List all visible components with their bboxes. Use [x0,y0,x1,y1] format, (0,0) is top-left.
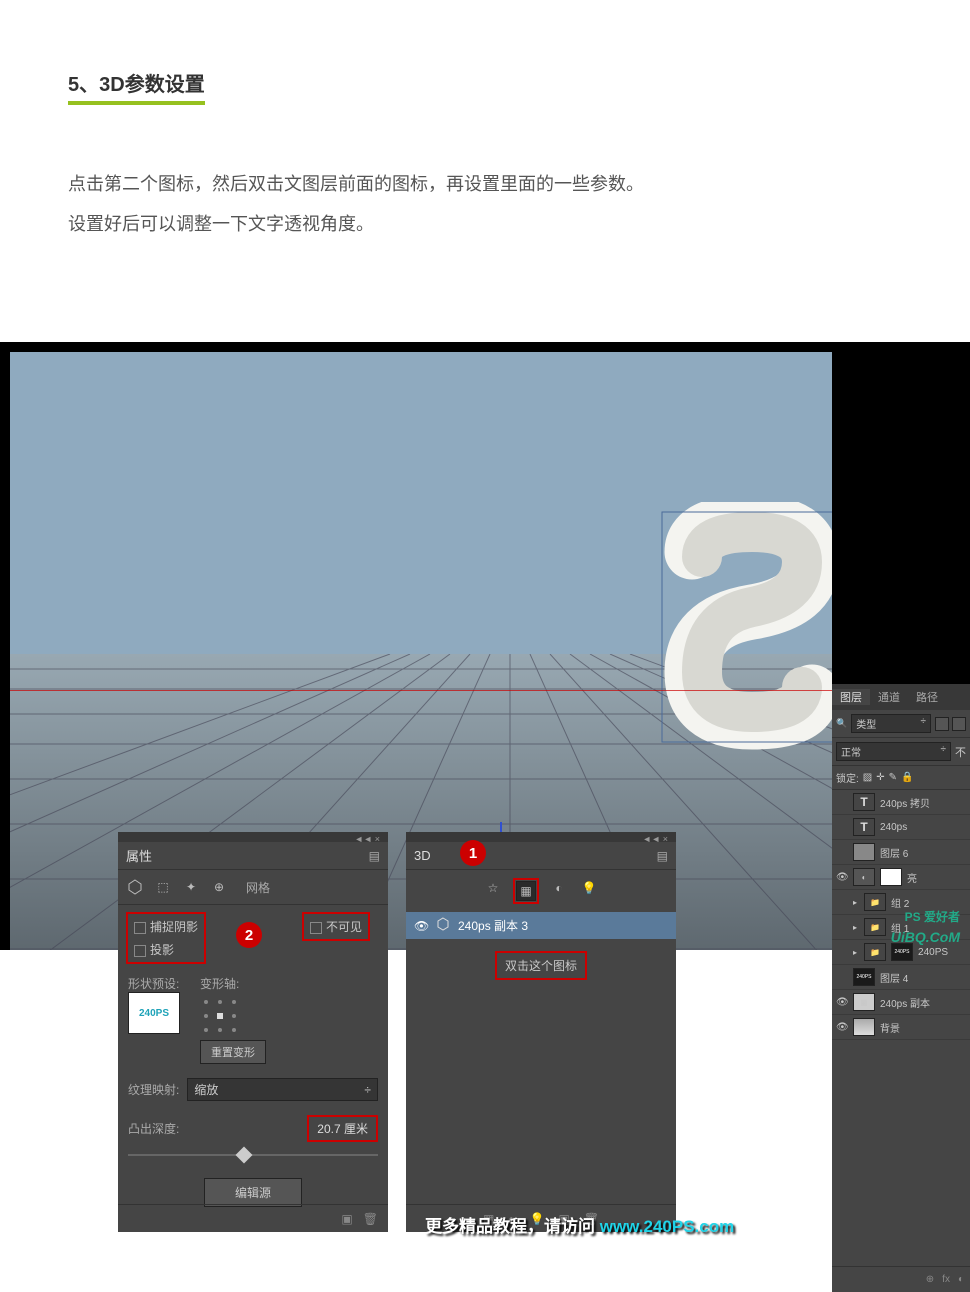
texture-mapping-label: 纹理映射: [128,1081,179,1098]
3d-layer-name: 240ps 副本 3 [458,917,528,934]
callout-badge-2: 2 [236,922,262,948]
cast-shadow-checkbox[interactable] [134,945,146,957]
shape-preset-thumb[interactable]: 240PS [128,992,180,1034]
shadow-checkboxes: 捕捉阴影 投影 [126,912,206,964]
link-icon[interactable]: ⊕ [926,1274,934,1285]
panel-menu-icon[interactable]: ▤ [369,849,380,863]
section-title: 5、3D参数设置 [68,68,205,105]
paths-tab[interactable]: 路径 [908,689,946,705]
deform-tab-icon[interactable]: ⬚ [154,878,172,896]
panel-menu-icon[interactable]: ▤ [657,849,668,863]
coord-tab-icon[interactable]: ⊕ [210,878,228,896]
layer-row[interactable]: 👁▦240ps 副本 [832,990,970,1015]
extrude-depth-input[interactable]: 20.7 厘米 [307,1115,378,1142]
layers-tab[interactable]: 图层 [832,689,870,705]
channels-tab[interactable]: 通道 [870,689,908,705]
render-icon[interactable]: ▣ [341,1212,352,1226]
panel-title: 3D [414,848,431,863]
mesh-icon [436,917,450,934]
extrude-depth-label: 凸出深度: [128,1120,179,1137]
mesh-label: 网格 [246,879,270,896]
layer-row[interactable]: T240ps 拷贝 [832,790,970,815]
material-filter-icon[interactable]: ◐ [549,878,569,898]
visibility-icon[interactable]: 👁 [414,919,428,933]
light-filter-icon[interactable]: 💡 [579,878,599,898]
mesh-filter-icon[interactable]: ▦ [516,881,536,901]
mask-icon[interactable]: ◐ [958,1274,964,1285]
scene-filter-icon[interactable]: ☆ [483,878,503,898]
watermark: 更多精品教程，请访问 www.240PS.com [425,1212,734,1237]
layer-row[interactable]: T240ps [832,815,970,840]
mesh-tab-icon[interactable] [126,878,144,896]
deform-axis-grid[interactable] [200,996,240,1036]
invisible-checkbox[interactable] [310,922,322,934]
layer-row[interactable]: 240PS图层 4 [832,965,970,990]
cap-tab-icon[interactable]: ✦ [182,878,200,896]
slider-handle[interactable] [236,1147,253,1164]
lock-pixels-icon[interactable]: ▨ [863,772,872,783]
layer-row[interactable]: 👁背景 [832,1015,970,1040]
photoshop-workspace: ◄◄ × 属性 ▤ ⬚ ✦ ⊕ 网格 捕捉阴影 投影 不可见 2 形状预设: 2… [0,342,970,950]
trash-icon[interactable]: 🗑 [363,1212,378,1226]
edit-source-button[interactable]: 编辑源 [204,1178,302,1207]
layer-row[interactable]: 图层 6 [832,840,970,865]
properties-panel: ◄◄ × 属性 ▤ ⬚ ✦ ⊕ 网格 捕捉阴影 投影 不可见 2 形状预设: 2… [118,832,388,1232]
blend-mode-select[interactable]: 正常÷ [836,742,951,761]
fx-icon[interactable]: fx [942,1274,950,1285]
layer-row[interactable]: 👁◐亮 [832,865,970,890]
3d-layer-item[interactable]: 👁 240ps 副本 3 [406,912,676,939]
body-text: 点击第二个图标，然后双击文图层前面的图标，再设置里面的一些参数。 设置好后可以调… [68,165,902,244]
3d-panel: ◄◄ × 3D 1 ▤ ☆ ▦ ◐ 💡 👁 240ps 副本 3 双击这个图标 … [406,832,676,1232]
watermark-ps: PS 爱好者 [905,908,960,925]
layers-panel: 图层 通道 路径 🔍 类型÷ 正常÷ 不 锁定: ▨ ✛ ✎ 🔒 [832,684,970,1292]
texture-mapping-select[interactable]: 缩放÷ [187,1078,378,1101]
filter-adjust-icon[interactable] [952,717,966,731]
invisible-checkbox-box: 不可见 [302,912,370,941]
lock-position-icon[interactable]: ✛ [876,772,884,783]
filter-pixel-icon[interactable] [935,717,949,731]
shape-preset-label: 形状预设: [128,975,180,992]
deform-axis-label: 变形轴: [200,975,378,992]
callout-badge-1: 1 [460,840,486,866]
panel-grip[interactable]: ◄◄ × [406,832,676,842]
lock-brush-icon[interactable]: ✎ [889,772,897,783]
filter-type-select[interactable]: 类型÷ [851,714,931,733]
tip-annotation: 双击这个图标 [495,951,587,980]
panel-title: 属性 [126,846,152,865]
panel-grip[interactable]: ◄◄ × [118,832,388,842]
reset-deform-button[interactable]: 重置变形 [200,1040,266,1064]
extrude-slider[interactable] [128,1154,378,1156]
horizon-guide [10,690,832,691]
watermark-uibq: UiBQ.CoM [891,929,960,945]
3d-letter-s[interactable] [652,502,832,752]
capture-shadow-checkbox[interactable] [134,922,146,934]
lock-all-icon[interactable]: 🔒 [901,772,913,783]
